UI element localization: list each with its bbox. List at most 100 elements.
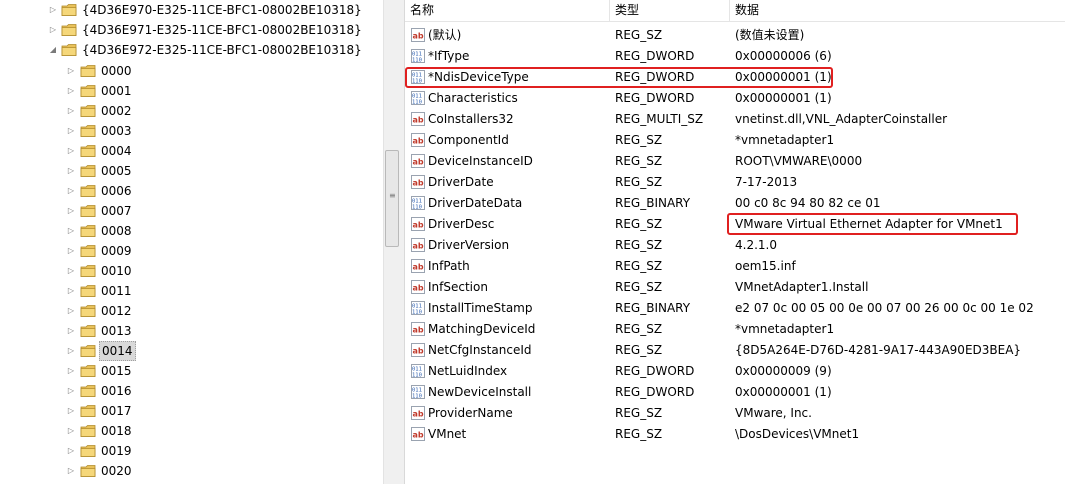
binary-value-icon: 011 110: [411, 385, 425, 399]
string-value-icon: ab: [411, 343, 425, 357]
value-row[interactable]: ab NetCfgInstanceId REG_SZ {8D5A264E-D76D-4…: [405, 340, 1065, 361]
tree-node-label: 0010: [101, 264, 132, 278]
collapsed-arrow-icon[interactable]: ▷: [66, 361, 76, 381]
collapsed-arrow-icon[interactable]: ▷: [48, 20, 58, 40]
string-value-icon: ab: [411, 133, 425, 147]
value-row[interactable]: ab ComponentId REG_SZ *vmnetadapter1: [405, 130, 1065, 151]
value-data: oem15.inf: [735, 259, 796, 273]
registry-tree-pane[interactable]: ▷ {4D36E970-E325-11CE-BFC1-08002BE10318} ▷…: [0, 0, 383, 484]
value-name: InfPath: [428, 259, 470, 273]
value-row[interactable]: 011 110 *NdisDeviceType REG_DWORD 0x00000001…: [405, 67, 1065, 88]
column-header-name[interactable]: 名称: [405, 0, 610, 21]
value-name: *NdisDeviceType: [428, 70, 529, 84]
collapsed-arrow-icon[interactable]: ▷: [66, 81, 76, 101]
collapsed-arrow-icon[interactable]: ▷: [66, 241, 76, 261]
value-data: e2 07 0c 00 05 00 0e 00 07 00 26 00 0c 0…: [735, 301, 1034, 315]
column-header-data[interactable]: 数据: [730, 0, 1065, 21]
value-type: REG_SZ: [615, 259, 663, 273]
folder-icon: [80, 104, 96, 118]
svg-text:110: 110: [412, 372, 422, 378]
binary-value-icon: 011 110: [411, 91, 425, 105]
value-row[interactable]: 011 110 *IfType REG_DWORD 0x00000006 (6): [405, 46, 1065, 67]
collapsed-arrow-icon[interactable]: ▷: [66, 121, 76, 141]
value-name: Characteristics: [428, 91, 518, 105]
string-value-icon: ab: [411, 427, 425, 441]
string-value-icon: ab: [411, 154, 425, 168]
svg-text:ab: ab: [413, 263, 424, 272]
value-data: *vmnetadapter1: [735, 133, 835, 147]
string-value-icon: ab: [411, 322, 425, 336]
value-name: NewDeviceInstall: [428, 385, 532, 399]
tree-node-label: {4D36E971-E325-11CE-BFC1-08002BE10318}: [82, 23, 362, 37]
value-data: VMnetAdapter1.Install: [735, 280, 869, 294]
value-row[interactable]: ab InfSection REG_SZ VMnetAdapter1.Install: [405, 277, 1065, 298]
grip-icon: ≡: [389, 191, 396, 200]
value-type: REG_SZ: [615, 175, 663, 189]
string-value-icon: ab: [411, 217, 425, 231]
tree-vertical-scrollbar[interactable]: ≡: [383, 0, 400, 484]
collapsed-arrow-icon[interactable]: ▷: [66, 181, 76, 201]
string-value-icon: ab: [411, 280, 425, 294]
value-row[interactable]: 011 110 NewDeviceInstall REG_DWORD 0x0000000…: [405, 382, 1065, 403]
svg-text:ab: ab: [413, 326, 424, 335]
collapsed-arrow-icon[interactable]: ▷: [66, 401, 76, 421]
folder-icon: [80, 244, 96, 258]
collapsed-arrow-icon[interactable]: ▷: [66, 341, 76, 361]
collapsed-arrow-icon[interactable]: ▷: [66, 221, 76, 241]
collapsed-arrow-icon[interactable]: ▷: [66, 461, 76, 481]
expanded-arrow-icon[interactable]: ◢: [48, 40, 58, 60]
collapsed-arrow-icon[interactable]: ▷: [66, 441, 76, 461]
value-row[interactable]: 011 110 NetLuidIndex REG_DWORD 0x00000009 (9…: [405, 361, 1065, 382]
column-header-type[interactable]: 类型: [610, 0, 730, 21]
svg-text:ab: ab: [413, 116, 424, 125]
collapsed-arrow-icon[interactable]: ▷: [66, 321, 76, 341]
collapsed-arrow-icon[interactable]: ▷: [66, 161, 76, 181]
value-row[interactable]: ab ProviderName REG_SZ VMware, Inc.: [405, 403, 1065, 424]
collapsed-arrow-icon[interactable]: ▷: [66, 381, 76, 401]
value-row[interactable]: ab (默认) REG_SZ (数值未设置): [405, 25, 1065, 46]
value-data: 0x00000006 (6): [735, 49, 832, 63]
collapsed-arrow-icon[interactable]: ▷: [66, 421, 76, 441]
tree-node-label: 0003: [101, 124, 132, 138]
value-row[interactable]: ab MatchingDeviceId REG_SZ *vmnetadapter1: [405, 319, 1065, 340]
collapsed-arrow-icon[interactable]: ▷: [66, 281, 76, 301]
folder-icon: [80, 84, 96, 98]
value-row[interactable]: ab DriverDate REG_SZ 7-17-2013: [405, 172, 1065, 193]
collapsed-arrow-icon[interactable]: ▷: [66, 301, 76, 321]
value-type: REG_SZ: [615, 133, 663, 147]
svg-text:ab: ab: [413, 137, 424, 146]
folder-icon: [80, 224, 96, 238]
value-type: REG_SZ: [615, 217, 663, 231]
value-row[interactable]: ab VMnet REG_SZ \DosDevices\VMnet1: [405, 424, 1065, 445]
collapsed-arrow-icon[interactable]: ▷: [66, 61, 76, 81]
collapsed-arrow-icon[interactable]: ▷: [66, 201, 76, 221]
tree-node-label: 0015: [101, 364, 132, 378]
value-row[interactable]: ab DeviceInstanceID REG_SZ ROOT\VMWARE\0000: [405, 151, 1065, 172]
collapsed-arrow-icon[interactable]: ▷: [66, 141, 76, 161]
value-row[interactable]: 011 110 DriverDateData REG_BINARY 00 c0 8c 9…: [405, 193, 1065, 214]
value-row[interactable]: ab InfPath REG_SZ oem15.inf: [405, 256, 1065, 277]
value-row[interactable]: ab DriverVersion REG_SZ 4.2.1.0: [405, 235, 1065, 256]
tree-node-label: 0009: [101, 244, 132, 258]
scrollbar-thumb[interactable]: ≡: [385, 150, 399, 247]
value-name: InfSection: [428, 280, 488, 294]
collapsed-arrow-icon[interactable]: ▷: [66, 101, 76, 121]
collapsed-arrow-icon[interactable]: ▷: [66, 261, 76, 281]
folder-icon: [80, 284, 96, 298]
registry-values-pane[interactable]: 名称 类型 数据 ab (默认) REG_SZ (数值未设置) 011 110 *IfTyp…: [405, 0, 1065, 484]
tree-node-label: 0005: [101, 164, 132, 178]
value-name: (默认): [428, 28, 462, 42]
folder-icon: [80, 144, 96, 158]
value-row[interactable]: ab DriverDesc REG_SZ VMware Virtual Etherne…: [405, 214, 1065, 235]
value-name: ComponentId: [428, 133, 509, 147]
tree-node-label: 0004: [101, 144, 132, 158]
value-type: REG_DWORD: [615, 91, 695, 105]
collapsed-arrow-icon[interactable]: ▷: [48, 0, 58, 20]
value-row[interactable]: ab CoInstallers32 REG_MULTI_SZ vnetinst.dll…: [405, 109, 1065, 130]
svg-text:ab: ab: [413, 242, 424, 251]
folder-icon: [80, 324, 96, 338]
value-row[interactable]: 011 110 InstallTimeStamp REG_BINARY e2 07 0c…: [405, 298, 1065, 319]
value-row[interactable]: 011 110 Characteristics REG_DWORD 0x00000001…: [405, 88, 1065, 109]
value-name: NetCfgInstanceId: [428, 343, 532, 357]
tree-node-label: 0011: [101, 284, 132, 298]
